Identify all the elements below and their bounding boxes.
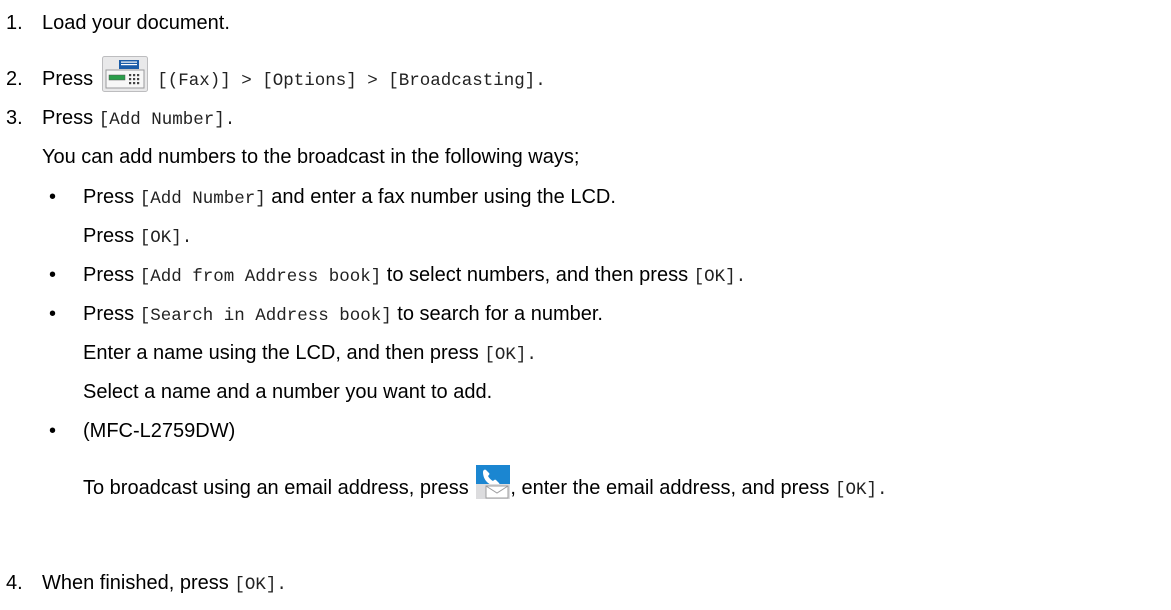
bullet-glyph: • <box>49 186 57 208</box>
step-prefix: Press <box>42 67 94 90</box>
step-3: 3. Press [Add Number]. <box>0 105 235 133</box>
step-number: 4. <box>6 572 23 594</box>
step-number: 2. <box>6 67 23 90</box>
sub-text: , enter the email address, and press <box>510 476 830 499</box>
bullet-item-4: • (MFC-L2759DW) <box>49 418 235 444</box>
add-number-code: [Add Number]. <box>98 110 236 130</box>
bullet-prefix: Press <box>83 186 135 208</box>
ok-code: [OK]. <box>139 228 193 248</box>
step-number: 3. <box>6 107 23 129</box>
step-text: Load your document. <box>42 12 230 34</box>
bullet-item-3-sub-1: Enter a name using the LCD, and then pre… <box>83 340 537 368</box>
menu-path: [(Fax)] > [Options] > [Broadcasting]. <box>157 70 546 91</box>
ok-code: [OK]. <box>834 479 888 500</box>
phone-email-icon <box>476 465 511 506</box>
step-prefix: Press <box>42 107 94 129</box>
add-number-code: [Add Number] <box>139 189 266 209</box>
bullet-glyph: • <box>49 303 57 325</box>
step-3-note: You can add numbers to the broadcast in … <box>42 146 580 168</box>
bullet-glyph: • <box>49 264 57 286</box>
bullet-item-2: • Press [Add from Address book] to select… <box>49 262 746 290</box>
step-prefix: When finished, press <box>42 572 229 594</box>
step-4: 4. When finished, press [OK]. <box>0 570 287 598</box>
sub-prefix: Enter a name using the LCD, and then pre… <box>83 342 479 364</box>
search-address-book-code: [Search in Address book] <box>139 306 392 326</box>
bullet-item-3: • Press [Search in Address book] to searc… <box>49 301 603 329</box>
sub-prefix: Press <box>83 225 135 247</box>
add-from-address-book-code: [Add from Address book] <box>139 267 382 287</box>
bullet-text: to search for a number. <box>397 303 603 325</box>
bullet-item-3-sub-2: Select a name and a number you want to a… <box>83 381 493 403</box>
bullet-item-1: • Press [Add Number] and enter a fax numb… <box>49 184 616 212</box>
step-1: 1. Load your document. <box>0 10 230 36</box>
fax-icon <box>101 56 148 99</box>
step-number: 1. <box>6 12 23 34</box>
bullet-item-4-sub: To broadcast using an email address, pre… <box>83 465 888 509</box>
bullet-glyph: • <box>49 420 57 442</box>
bullet-prefix: Press <box>83 303 135 325</box>
step-2: 2. Press [(Fax)] > [Options] > [Broadcast… <box>0 56 546 101</box>
ok-code: [OK]. <box>234 575 287 595</box>
ok-code: [OK]. <box>693 267 747 287</box>
ok-code: [OK]. <box>484 345 537 365</box>
sub-prefix: To broadcast using an email address, pre… <box>83 476 469 499</box>
bullet-item-1-sub: Press [OK]. <box>83 223 192 251</box>
bullet-prefix: Press <box>83 264 135 286</box>
document-page: { "steps": [ { "number": "1.", "text": "… <box>0 0 1171 610</box>
bullet-text: to select numbers, and then press <box>386 264 689 286</box>
bullet-text: and enter a fax number using the LCD. <box>271 186 616 208</box>
model-name: (MFC-L2759DW) <box>83 420 236 442</box>
